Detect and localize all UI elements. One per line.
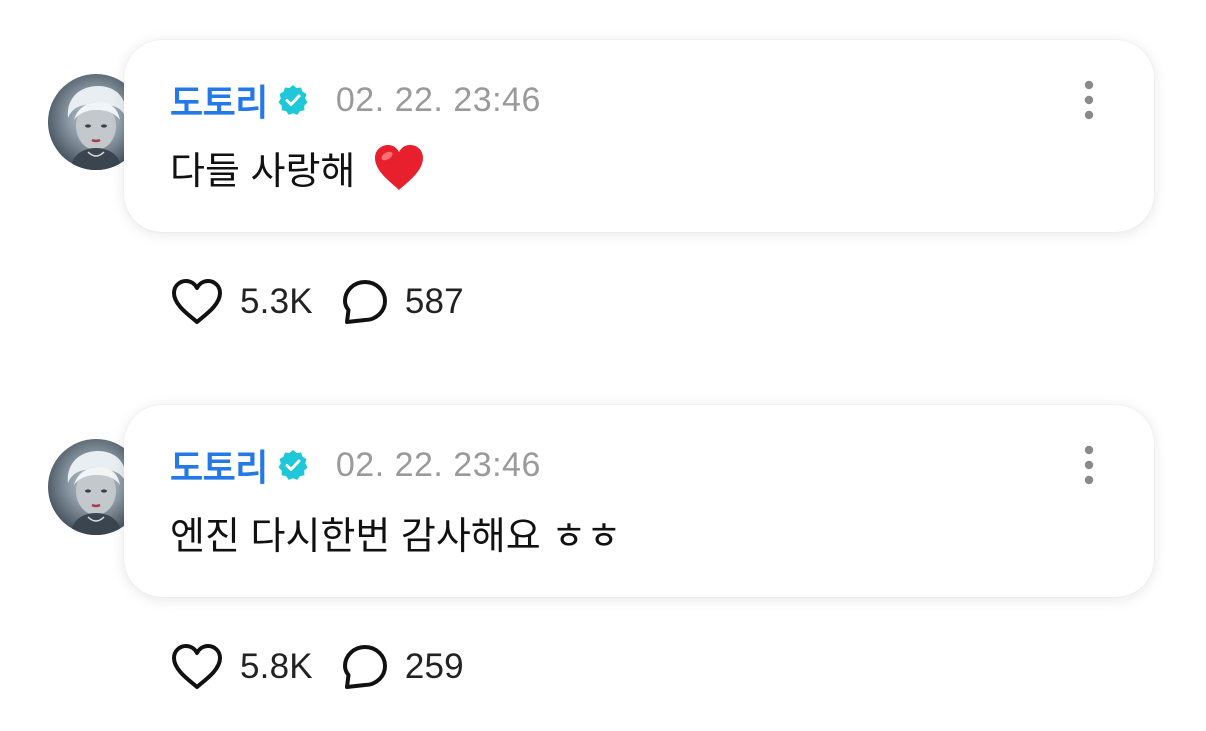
timestamp: 02. 22. 23:46 (335, 445, 541, 484)
comment-actions: 5.3K 587 (170, 275, 464, 329)
comment-bubble: 도토리 02. 22. 23:46 엔진 다시한번 감사해요 ㅎㅎ (124, 405, 1154, 597)
heart-outline-icon (172, 644, 222, 689)
message-text: 다들 사랑해 (170, 151, 356, 193)
comment-card: 도토리 02. 22. 23:46 다들 사랑해 5.3K 587 (0, 0, 1206, 330)
speech-bubble-icon (342, 645, 387, 689)
comment-count: 587 (404, 282, 464, 321)
comment-count: 259 (404, 647, 464, 686)
comment-feed: 도토리 02. 22. 23:46 다들 사랑해 5.3K 587 도토리 02… (0, 0, 1206, 731)
speech-bubble-icon (342, 280, 387, 324)
comment-header: 도토리 02. 22. 23:46 (170, 443, 541, 489)
username[interactable]: 도토리 (170, 439, 268, 491)
like-button[interactable]: 5.8K (170, 643, 313, 691)
more-vertical-icon[interactable] (1082, 80, 1096, 120)
comment-button[interactable]: 587 (341, 278, 464, 326)
message-text: 엔진 다시한번 감사해요 ㅎㅎ (170, 516, 622, 558)
heart-outline-icon (172, 279, 222, 324)
username[interactable]: 도토리 (170, 74, 268, 126)
timestamp: 02. 22. 23:46 (335, 80, 541, 119)
like-count: 5.8K (240, 647, 313, 686)
like-count: 5.3K (240, 282, 313, 321)
comment-message: 엔진 다시한번 감사해요 ㅎㅎ (170, 505, 621, 560)
comment-actions: 5.8K 259 (170, 640, 464, 694)
red-heart-emoji (373, 144, 425, 192)
verified-badge-icon (276, 83, 310, 117)
comment-bubble: 도토리 02. 22. 23:46 다들 사랑해 (124, 40, 1154, 232)
comment-header: 도토리 02. 22. 23:46 (170, 78, 541, 124)
comment-button[interactable]: 259 (341, 643, 464, 691)
like-button[interactable]: 5.3K (170, 278, 313, 326)
verified-badge-icon (276, 448, 310, 482)
comment-message: 다들 사랑해 (170, 140, 425, 195)
comment-card: 도토리 02. 22. 23:46 엔진 다시한번 감사해요 ㅎㅎ 5.8K 2… (0, 365, 1206, 695)
more-vertical-icon[interactable] (1082, 445, 1096, 485)
